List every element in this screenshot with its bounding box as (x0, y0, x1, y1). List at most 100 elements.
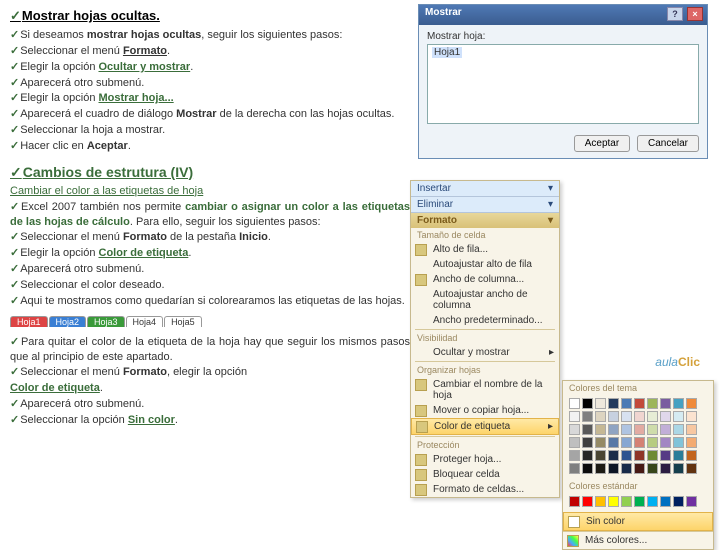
menu-proteger[interactable]: Proteger hoja... (411, 452, 559, 467)
menu-ocultar-mostrar[interactable]: Ocultar y mostrar (411, 345, 559, 360)
color-swatch[interactable] (569, 437, 580, 448)
sin-color[interactable]: Sin color (563, 512, 713, 531)
color-swatch[interactable] (621, 424, 632, 435)
color-swatch[interactable] (608, 424, 619, 435)
menu-color-etiqueta[interactable]: Color de etiqueta (411, 418, 559, 435)
color-swatch[interactable] (634, 496, 645, 507)
ok-button[interactable]: Aceptar (574, 135, 630, 152)
color-swatch[interactable] (686, 398, 697, 409)
color-swatch[interactable] (569, 450, 580, 461)
color-swatch[interactable] (634, 411, 645, 422)
color-swatch[interactable] (621, 496, 632, 507)
menu-alto-fila[interactable]: Alto de fila... (411, 242, 559, 257)
color-swatch[interactable] (673, 424, 684, 435)
color-swatch[interactable] (660, 398, 671, 409)
color-swatch[interactable] (621, 437, 632, 448)
menu-eliminar[interactable]: Eliminar ▾ (411, 197, 559, 213)
color-swatch[interactable] (582, 496, 593, 507)
color-swatch[interactable] (582, 437, 593, 448)
color-swatch[interactable] (569, 463, 580, 474)
tab-hoja3[interactable]: Hoja3 (87, 316, 125, 327)
cancel-button[interactable]: Cancelar (637, 135, 699, 152)
color-swatch[interactable] (582, 411, 593, 422)
color-swatch[interactable] (673, 437, 684, 448)
menu-ancho-predet[interactable]: Ancho predeterminado... (411, 313, 559, 328)
color-swatch[interactable] (582, 424, 593, 435)
color-swatch[interactable] (634, 450, 645, 461)
color-swatch[interactable] (634, 437, 645, 448)
color-swatch[interactable] (621, 411, 632, 422)
tab-hoja1[interactable]: Hoja1 (10, 316, 48, 327)
color-swatch[interactable] (660, 411, 671, 422)
color-swatch[interactable] (621, 463, 632, 474)
color-swatch[interactable] (608, 411, 619, 422)
color-swatch[interactable] (634, 424, 645, 435)
menu-formato[interactable]: Formato ▾ (411, 213, 559, 228)
color-swatch[interactable] (595, 398, 606, 409)
sheet-list[interactable]: Hoja1 (427, 44, 699, 124)
color-swatch[interactable] (608, 450, 619, 461)
color-swatch[interactable] (660, 496, 671, 507)
color-swatch[interactable] (582, 398, 593, 409)
color-swatch[interactable] (686, 411, 697, 422)
color-swatch[interactable] (647, 411, 658, 422)
color-swatch[interactable] (647, 496, 658, 507)
color-swatch[interactable] (660, 437, 671, 448)
mas-colores[interactable]: Más colores... (563, 531, 713, 549)
color-swatch[interactable] (673, 411, 684, 422)
color-swatch[interactable] (660, 450, 671, 461)
color-swatch[interactable] (647, 450, 658, 461)
tab-hoja4[interactable]: Hoja4 (126, 316, 164, 327)
color-swatch[interactable] (673, 398, 684, 409)
tab-hoja5[interactable]: Hoja5 (164, 316, 202, 327)
color-swatch[interactable] (686, 463, 697, 474)
color-swatch[interactable] (569, 398, 580, 409)
color-swatch[interactable] (686, 437, 697, 448)
color-swatch[interactable] (647, 463, 658, 474)
color-swatch[interactable] (608, 398, 619, 409)
color-swatch[interactable] (595, 496, 606, 507)
menu-autoajustar-alto[interactable]: Autoajustar alto de fila (411, 257, 559, 272)
color-swatch[interactable] (647, 437, 658, 448)
menu-bloquear[interactable]: Bloquear celda (411, 467, 559, 482)
menu-section: Visibilidad (411, 331, 559, 345)
color-swatch[interactable] (660, 424, 671, 435)
para: Aparecerá el cuadro de diálogo Mostrar d… (10, 107, 410, 122)
menu-cambiar-nombre[interactable]: Cambiar el nombre de la hoja (411, 377, 559, 403)
color-swatch[interactable] (569, 411, 580, 422)
color-swatch[interactable] (595, 411, 606, 422)
color-swatch[interactable] (647, 398, 658, 409)
color-swatch[interactable] (673, 496, 684, 507)
color-swatch[interactable] (595, 437, 606, 448)
close-icon[interactable]: × (687, 7, 703, 21)
color-swatch[interactable] (621, 450, 632, 461)
color-swatch[interactable] (634, 398, 645, 409)
color-swatch[interactable] (608, 496, 619, 507)
color-swatch[interactable] (621, 398, 632, 409)
menu-autoajustar-ancho[interactable]: Autoajustar ancho de columna (411, 287, 559, 313)
color-swatch[interactable] (686, 496, 697, 507)
color-swatch[interactable] (673, 463, 684, 474)
color-swatch[interactable] (595, 463, 606, 474)
color-swatch[interactable] (608, 463, 619, 474)
color-swatch[interactable] (595, 424, 606, 435)
color-swatch[interactable] (582, 463, 593, 474)
color-swatch[interactable] (569, 496, 580, 507)
color-swatch[interactable] (608, 437, 619, 448)
menu-insertar[interactable]: Insertar ▾ (411, 181, 559, 197)
menu-ancho-columna[interactable]: Ancho de columna... (411, 272, 559, 287)
color-swatch[interactable] (634, 463, 645, 474)
list-item[interactable]: Hoja1 (432, 47, 462, 58)
color-swatch[interactable] (660, 463, 671, 474)
menu-formato-celdas[interactable]: Formato de celdas... (411, 482, 559, 497)
color-swatch[interactable] (686, 450, 697, 461)
tab-hoja2[interactable]: Hoja2 (49, 316, 87, 327)
color-swatch[interactable] (569, 424, 580, 435)
color-swatch[interactable] (647, 424, 658, 435)
menu-mover-copiar[interactable]: Mover o copiar hoja... (411, 403, 559, 418)
color-swatch[interactable] (686, 424, 697, 435)
help-icon[interactable]: ? (667, 7, 683, 21)
color-swatch[interactable] (595, 450, 606, 461)
color-swatch[interactable] (673, 450, 684, 461)
color-swatch[interactable] (582, 450, 593, 461)
